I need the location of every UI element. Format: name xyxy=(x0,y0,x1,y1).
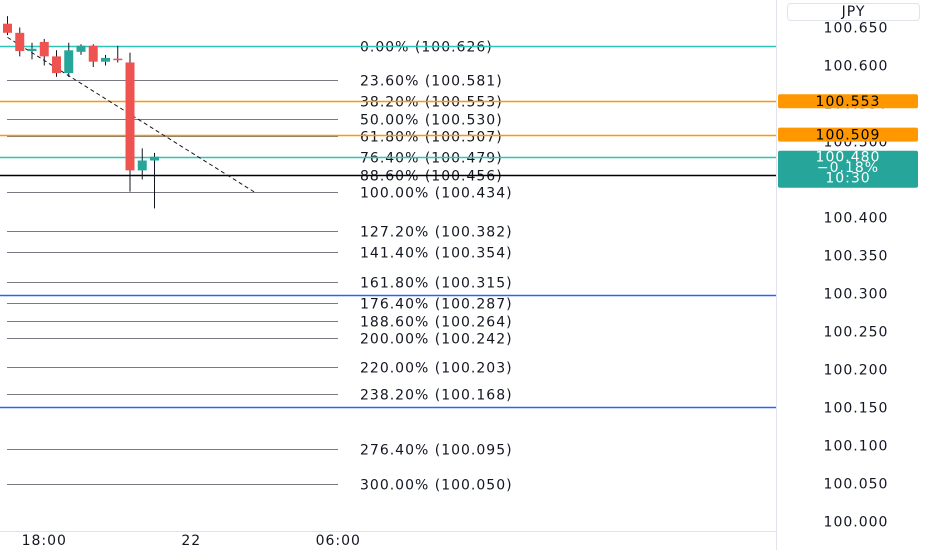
candle-body xyxy=(39,41,49,57)
y-tick-label: 100.150 xyxy=(824,401,889,417)
fib-level-label: 276.40% (100.095) xyxy=(360,443,513,459)
price-tag-label: 100.509 xyxy=(816,128,881,144)
fib-level-label: 0.00% (100.626) xyxy=(360,40,493,56)
candle-body xyxy=(76,45,86,52)
fib-level-label: 176.40% (100.287) xyxy=(360,297,513,313)
y-tick-label: 100.200 xyxy=(824,363,889,379)
fib-level-label: 61.80% (100.507) xyxy=(360,130,503,146)
candle-body xyxy=(150,156,159,161)
fib-level-label: 220.00% (100.203) xyxy=(360,361,513,377)
candle-body xyxy=(125,62,135,171)
candle-body xyxy=(101,57,110,62)
candle-body xyxy=(27,48,37,52)
candlestick-chart[interactable]: 0.00% (100.626) 23.60% (100.581) 38.20% (1… xyxy=(0,0,932,550)
fib-level-label: 38.20% (100.553) xyxy=(360,95,503,111)
y-tick-label: 100.100 xyxy=(824,439,889,455)
x-tick-label: 18:00 xyxy=(22,533,67,549)
candle-body xyxy=(15,32,25,52)
fib-level-label: 188.60% (100.264) xyxy=(360,315,513,331)
fib-level-label: 100.00% (100.434) xyxy=(360,186,513,202)
fib-level-label: 23.60% (100.581) xyxy=(360,74,503,90)
y-tick-label: 100.250 xyxy=(824,325,889,341)
candle-body xyxy=(3,23,12,33)
fib-level-label: 50.00% (100.530) xyxy=(360,113,503,129)
fib-level-label: 161.80% (100.315) xyxy=(360,276,513,292)
candle-body xyxy=(88,45,98,62)
price-tag-label: 10:30 xyxy=(825,171,870,187)
y-tick-label: 100.600 xyxy=(824,59,889,75)
price-tag-label: 100.553 xyxy=(816,94,881,110)
candle-body xyxy=(52,56,61,74)
fib-level-label: 200.00% (100.242) xyxy=(360,332,513,348)
x-tick-label: 06:00 xyxy=(316,533,361,549)
fib-level-label: 300.00% (100.050) xyxy=(360,478,513,494)
fib-level-label: 76.40% (100.479) xyxy=(360,151,503,167)
x-tick-label: 22 xyxy=(181,533,201,549)
candle-body xyxy=(64,50,74,74)
fib-level-label: 127.20% (100.382) xyxy=(360,225,513,241)
candle-body xyxy=(137,160,147,171)
y-tick-label: 100.400 xyxy=(824,211,889,227)
fib-level-label: 238.20% (100.168) xyxy=(360,388,513,404)
y-tick-label: 100.050 xyxy=(824,477,889,493)
fib-level-label: 141.40% (100.354) xyxy=(360,246,513,262)
y-tick-label: 100.650 xyxy=(824,21,889,37)
y-tick-label: 100.350 xyxy=(824,249,889,265)
y-tick-label: 100.000 xyxy=(824,515,889,531)
y-tick-label: 100.300 xyxy=(824,287,889,303)
candle-body xyxy=(113,58,123,61)
fib-level-label: 88.60% (100.456) xyxy=(360,169,503,185)
